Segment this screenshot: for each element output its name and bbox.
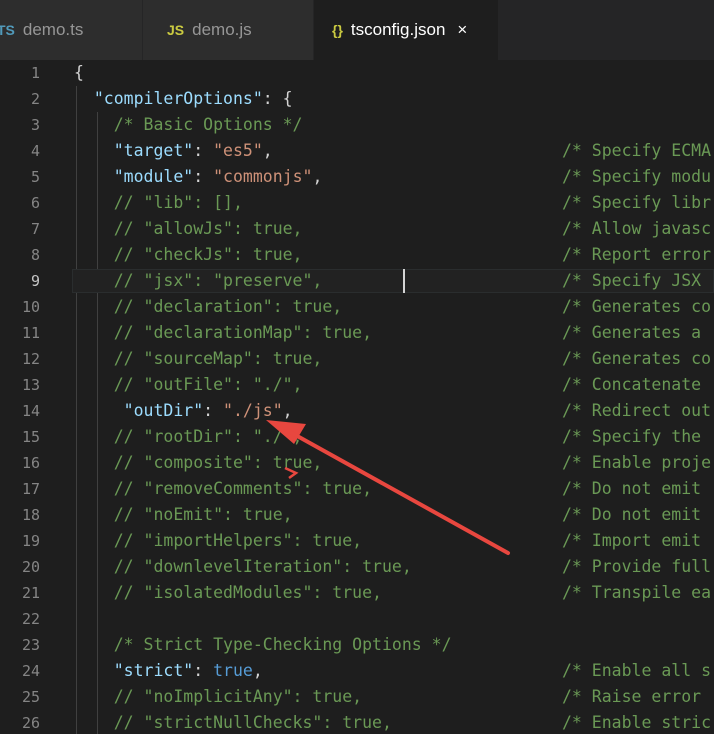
annotation-arrow [266, 420, 510, 555]
arrow-shaft [288, 430, 510, 555]
annotation-mark [284, 466, 299, 480]
arrow-head [266, 420, 306, 444]
